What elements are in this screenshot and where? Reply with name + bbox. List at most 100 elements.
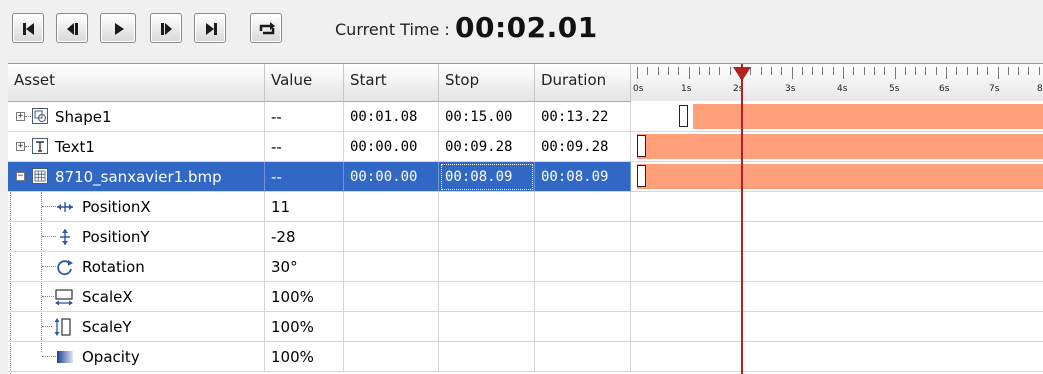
step-forward-button[interactable] <box>150 13 182 43</box>
ruler-tick <box>667 67 669 75</box>
move-vertical-icon <box>60 229 70 245</box>
clip-start-handle[interactable] <box>678 105 688 127</box>
property-value[interactable]: 100% <box>265 282 344 312</box>
timeline-track <box>631 222 1043 252</box>
asset-row-image[interactable]: − 8710_sanxavier1.bmp -- 00:00.00 00:08.… <box>8 162 1043 192</box>
clip-bar[interactable] <box>637 134 1043 159</box>
column-header-duration[interactable]: Duration <box>535 64 631 101</box>
timeline-track <box>631 132 1043 162</box>
property-value[interactable]: 11 <box>265 192 344 222</box>
property-value[interactable]: 100% <box>265 342 344 372</box>
property-name: PositionX <box>82 198 151 216</box>
ruler-tick <box>719 67 721 75</box>
stop-cell <box>439 282 535 312</box>
property-row-opacity[interactable]: Opacity 100% <box>8 342 1043 372</box>
duration-cell[interactable]: 00:09.28 <box>535 132 631 162</box>
property-value[interactable]: 30° <box>265 252 344 282</box>
expand-icon[interactable]: + <box>16 112 25 121</box>
skip-to-start-icon <box>23 23 34 35</box>
ruler-tick <box>688 67 690 79</box>
start-cell[interactable]: 00:00.00 <box>344 132 439 162</box>
value-cell[interactable]: -- <box>265 102 344 132</box>
ruler-tick <box>1028 67 1030 75</box>
ruler-tick <box>637 67 638 79</box>
clip-bar[interactable] <box>692 104 1043 129</box>
start-cell <box>344 282 439 312</box>
ruler-tick <box>853 67 855 75</box>
column-header-stop[interactable]: Stop <box>439 64 535 101</box>
duration-cell <box>535 312 631 342</box>
text-icon <box>32 138 48 154</box>
step-back-button[interactable] <box>56 13 88 43</box>
ruler-label: 3s <box>785 84 796 94</box>
ruler-tick <box>657 67 659 75</box>
duration-cell[interactable]: 00:13.22 <box>535 102 631 132</box>
asset-cell: + Shape1 <box>8 102 265 132</box>
property-value[interactable]: -28 <box>265 222 344 252</box>
asset-name: Text1 <box>55 138 95 156</box>
property-cell: PositionX <box>8 192 265 222</box>
collapse-icon[interactable]: − <box>16 172 25 181</box>
ruler-label: 0s <box>633 84 644 94</box>
value-cell[interactable]: -- <box>265 162 344 192</box>
asset-cell: + Text1 <box>8 132 265 162</box>
start-cell <box>344 192 439 222</box>
play-button[interactable] <box>100 13 136 43</box>
go-to-end-button[interactable] <box>194 13 226 43</box>
property-row-positionx[interactable]: PositionX 11 <box>8 192 1043 222</box>
duration-cell <box>535 282 631 312</box>
asset-name: Shape1 <box>55 108 112 126</box>
start-cell[interactable]: 00:00.00 <box>344 162 439 192</box>
property-cell: ScaleY <box>8 312 265 342</box>
asset-row-text1[interactable]: + Text1 -- 00:00.00 00:09.28 00:09.28 <box>8 132 1043 162</box>
property-row-positiony[interactable]: PositionY -28 <box>8 222 1043 252</box>
stop-cell[interactable]: 00:15.00 <box>439 102 535 132</box>
column-header-value[interactable]: Value <box>265 64 344 101</box>
duration-cell[interactable]: 00:08.09 <box>535 162 631 192</box>
stop-cell[interactable]: 00:09.28 <box>439 132 535 162</box>
duration-cell <box>535 252 631 282</box>
current-time-label: Current Time : <box>335 20 450 39</box>
tree-connector <box>42 356 56 357</box>
playhead-line[interactable] <box>740 64 743 374</box>
ruler-tick <box>863 67 865 75</box>
column-header-asset[interactable]: Asset <box>8 64 265 101</box>
clip-bar[interactable] <box>637 164 1043 189</box>
column-header-start[interactable]: Start <box>344 64 439 101</box>
property-value[interactable]: 100% <box>265 312 344 342</box>
stop-cell <box>439 222 535 252</box>
property-row-scaley[interactable]: ScaleY 100% <box>8 312 1043 342</box>
start-cell[interactable]: 00:01.08 <box>344 102 439 132</box>
scale-x-icon <box>55 289 73 306</box>
asset-row-shape1[interactable]: + Shape1 -- 00:01.08 00:15.00 00:13.22 <box>8 102 1043 132</box>
ruler-tick <box>946 67 947 79</box>
ruler-tick <box>843 67 844 79</box>
clip-start-handle[interactable] <box>637 135 646 157</box>
property-name: ScaleY <box>82 318 132 336</box>
step-forward-icon <box>161 23 172 35</box>
property-row-scalex[interactable]: ScaleX 100% <box>8 282 1043 312</box>
tree-connector <box>42 206 56 207</box>
ruler-label: 5s <box>889 84 900 94</box>
value-cell[interactable]: -- <box>265 132 344 162</box>
tree-connector <box>25 116 31 117</box>
clip-start-handle[interactable] <box>637 165 646 187</box>
timeline-track <box>631 282 1043 312</box>
skip-to-end-icon <box>206 23 217 35</box>
property-name: PositionY <box>82 228 150 246</box>
timeline-track <box>631 312 1043 342</box>
ruler-label: 1s <box>681 84 692 94</box>
ruler-tick <box>915 67 917 75</box>
timeline-ruler[interactable]: 0s 1s 2s 3s 4s 5s 6s 7s 8 <box>631 64 1043 101</box>
expand-icon[interactable]: + <box>16 142 25 151</box>
column-header-row: Asset Value Start Stop Duration <box>8 64 631 102</box>
property-row-rotation[interactable]: Rotation 30° <box>8 252 1043 282</box>
go-to-start-button[interactable] <box>12 13 44 43</box>
loop-button[interactable] <box>250 13 282 43</box>
ruler-tick <box>781 67 783 75</box>
playhead-marker[interactable] <box>732 67 751 81</box>
ruler-tick <box>956 67 958 75</box>
stop-cell[interactable]: 00:08.09 <box>439 162 535 192</box>
ruler-tick <box>935 67 937 75</box>
play-icon <box>115 23 124 35</box>
